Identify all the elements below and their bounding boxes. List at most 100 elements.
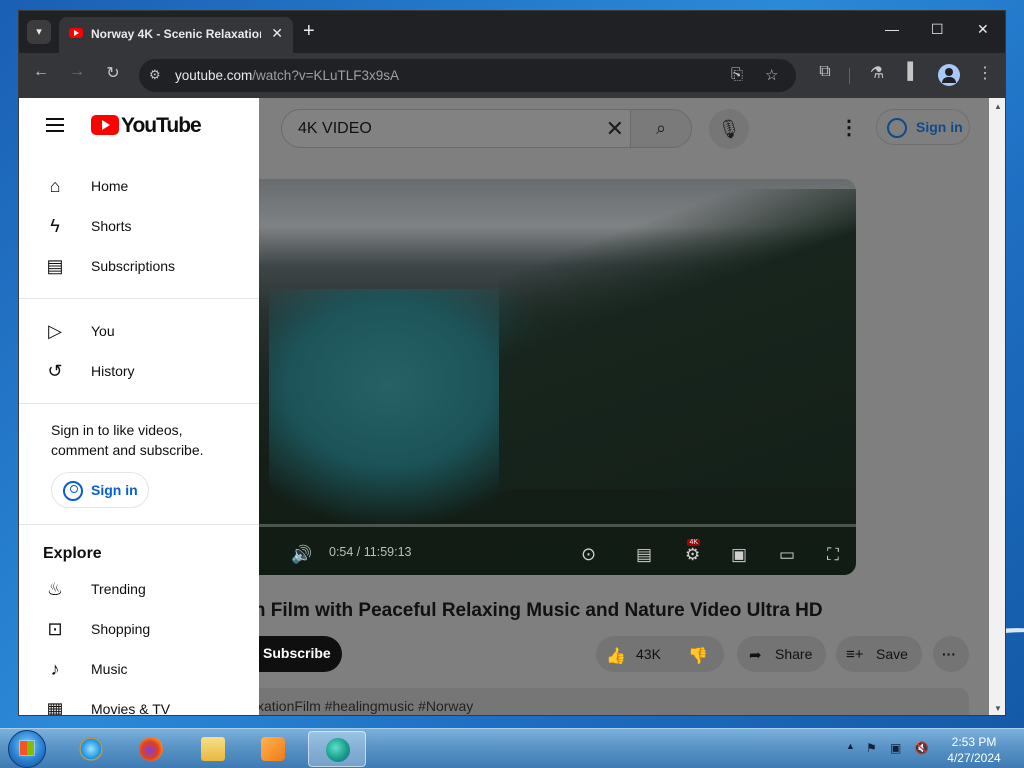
taskbar-internet-explorer[interactable] bbox=[62, 731, 120, 767]
edge-browser-icon bbox=[326, 738, 350, 762]
taskbar-edge[interactable] bbox=[308, 731, 366, 767]
guide-item-trending[interactable]: ♨ Trending bbox=[19, 569, 259, 609]
autoplay-toggle-icon[interactable]: ⊙ bbox=[581, 544, 596, 565]
labs-flask-icon[interactable]: ⚗ bbox=[865, 63, 889, 83]
account-circle-icon bbox=[887, 118, 907, 138]
youtube-logo-text[interactable]: YouTube bbox=[121, 114, 202, 138]
home-icon: ⌂ bbox=[49, 176, 61, 196]
guide-drawer: YouTube ⌂ Home ϟ Shorts ▤ Subscriptions … bbox=[19, 98, 259, 716]
minimize-button[interactable]: — bbox=[885, 21, 899, 37]
fullscreen-icon[interactable]: ⛶ bbox=[827, 545, 839, 565]
guide-item-label: Home bbox=[91, 178, 129, 194]
clock-date: 4/27/2024 bbox=[947, 751, 1001, 765]
browser-menu-icon[interactable]: ⋮ bbox=[973, 63, 997, 83]
taskbar-file-explorer[interactable] bbox=[184, 731, 242, 767]
youtube-page: 4K VIDEO ✕ ⌕ 🎙 ⋮ Sign in 🔊 0:54 / 11:59:… bbox=[19, 98, 989, 716]
clear-search-icon[interactable]: ✕ bbox=[606, 116, 624, 142]
guide-item-shopping[interactable]: ⊡ Shopping bbox=[19, 609, 259, 649]
address-bar[interactable]: ⚙ youtube.com/watch?v=KLuTLF3x9sA ⎘ ☆ bbox=[139, 59, 796, 92]
back-icon[interactable]: ← bbox=[29, 63, 53, 81]
scroll-up-icon[interactable]: ▲ bbox=[994, 102, 1002, 111]
dislike-icon[interactable]: 👎 bbox=[688, 646, 708, 666]
description-box[interactable]: xationFilm #healingmusic #Norway bbox=[199, 688, 969, 715]
network-icon[interactable]: ▣ bbox=[890, 741, 901, 755]
description-tags: xationFilm #healingmusic #Norway bbox=[257, 698, 474, 714]
browser-window: ▾ Norway 4K - Scenic Relaxation ✕ + — ☐ … bbox=[18, 10, 1006, 716]
settings-gear-icon[interactable]: ⚙ bbox=[685, 545, 700, 565]
guide-item-music[interactable]: ♪ Music bbox=[19, 649, 259, 689]
toolbar-divider bbox=[849, 68, 850, 84]
new-tab-button[interactable]: + bbox=[303, 21, 315, 41]
page-scrollbar[interactable]: ▲ ▼ bbox=[989, 98, 1005, 715]
site-info-icon[interactable]: ⚙ bbox=[149, 67, 161, 83]
settings-more-icon[interactable]: ⋮ bbox=[839, 115, 859, 140]
forward-icon[interactable]: → bbox=[65, 63, 89, 81]
action-center-flag-icon[interactable]: ⚑ bbox=[866, 741, 877, 755]
guide-sign-in-label: Sign in bbox=[91, 482, 138, 498]
guide-sign-in-button[interactable]: Sign in bbox=[51, 472, 149, 508]
clock-time: 2:53 PM bbox=[951, 735, 997, 749]
scroll-down-icon[interactable]: ▼ bbox=[994, 704, 1002, 713]
shorts-icon: ϟ bbox=[50, 216, 60, 236]
guide-item-subscriptions[interactable]: ▤ Subscriptions bbox=[19, 246, 259, 286]
guide-item-label: Trending bbox=[91, 581, 146, 597]
guide-divider bbox=[19, 403, 259, 404]
start-button-icon[interactable] bbox=[8, 730, 46, 768]
search-query-text[interactable]: 4K VIDEO bbox=[298, 120, 372, 138]
theater-mode-icon[interactable]: ▭ bbox=[779, 545, 795, 565]
more-actions-button[interactable]: ··· bbox=[933, 636, 969, 672]
share-icon: ➦ bbox=[749, 647, 762, 664]
video-dim-overlay bbox=[199, 179, 856, 575]
subtitles-icon[interactable]: ▤ bbox=[636, 545, 652, 565]
mute-icon[interactable]: 🔊 bbox=[291, 545, 312, 565]
explore-heading: Explore bbox=[43, 545, 102, 562]
reload-icon[interactable]: ↻ bbox=[101, 63, 125, 83]
guide-item-label: Shopping bbox=[91, 621, 151, 637]
maximize-button[interactable]: ☐ bbox=[931, 21, 944, 38]
tab-youtube[interactable]: Norway 4K - Scenic Relaxation ✕ bbox=[59, 17, 293, 53]
taskbar-media-player[interactable] bbox=[244, 731, 302, 767]
header-sign-in-label: Sign in bbox=[916, 119, 963, 135]
progress-bar[interactable] bbox=[199, 524, 856, 527]
show-hidden-icons-icon[interactable]: ▲ bbox=[846, 741, 855, 751]
guide-item-label: Movies & TV bbox=[91, 701, 171, 716]
guide-item-history[interactable]: ↺ History bbox=[19, 351, 259, 391]
guide-item-label: Music bbox=[91, 661, 128, 677]
guide-divider bbox=[19, 524, 259, 525]
account-circle-icon bbox=[63, 481, 83, 501]
tab-close-icon[interactable]: ✕ bbox=[271, 25, 283, 42]
menu-hamburger-icon[interactable] bbox=[46, 118, 64, 132]
subscriptions-icon: ▤ bbox=[46, 256, 64, 276]
video-player[interactable]: 🔊 0:54 / 11:59:13 ⊙ ▤ ⚙ 4K ▣ ▭ ⛶ bbox=[199, 179, 856, 575]
save-button[interactable]: ≡+ Save bbox=[836, 636, 922, 672]
like-icon[interactable]: 👍 bbox=[606, 646, 626, 666]
video-title: axation Film with Peaceful Relaxing Musi… bbox=[199, 600, 823, 621]
share-button[interactable]: ➦ Share bbox=[737, 636, 826, 672]
system-clock[interactable]: 2:53 PM 4/27/2024 bbox=[938, 734, 1010, 766]
music-icon: ♪ bbox=[50, 659, 60, 679]
voice-search-icon[interactable]: 🎙 bbox=[709, 109, 749, 149]
guide-divider bbox=[19, 298, 259, 299]
guide-item-shorts[interactable]: ϟ Shorts bbox=[19, 206, 259, 246]
side-panel-icon[interactable]: ▌ bbox=[901, 63, 925, 81]
tab-search-button[interactable]: ▾ bbox=[27, 20, 51, 44]
url-text[interactable]: youtube.com/watch?v=KLuTLF3x9sA bbox=[175, 68, 399, 83]
bookmark-star-icon[interactable]: ☆ bbox=[765, 66, 778, 84]
volume-muted-icon[interactable]: 🔇 bbox=[914, 741, 929, 755]
header-sign-in-button[interactable]: Sign in bbox=[876, 109, 970, 145]
install-app-icon[interactable]: ⎘ bbox=[731, 66, 743, 83]
guide-item-movies[interactable]: ▦ Movies & TV bbox=[19, 689, 259, 716]
search-button[interactable]: ⌕ bbox=[630, 109, 692, 148]
extensions-icon[interactable]: ⧉ bbox=[813, 63, 837, 81]
miniplayer-icon[interactable]: ▣ bbox=[731, 545, 747, 565]
guide-item-home[interactable]: ⌂ Home bbox=[19, 166, 259, 206]
tab-title: Norway 4K - Scenic Relaxation bbox=[91, 27, 261, 41]
like-count[interactable]: 43K bbox=[636, 646, 661, 662]
youtube-logo-icon[interactable] bbox=[91, 115, 119, 135]
profile-avatar-icon[interactable] bbox=[938, 64, 960, 86]
close-window-button[interactable]: ✕ bbox=[977, 21, 989, 38]
search-input[interactable]: 4K VIDEO ✕ bbox=[281, 109, 631, 148]
trending-icon: ♨ bbox=[46, 579, 64, 599]
taskbar-firefox[interactable] bbox=[122, 731, 180, 767]
guide-item-you[interactable]: ▷ You bbox=[19, 311, 259, 351]
